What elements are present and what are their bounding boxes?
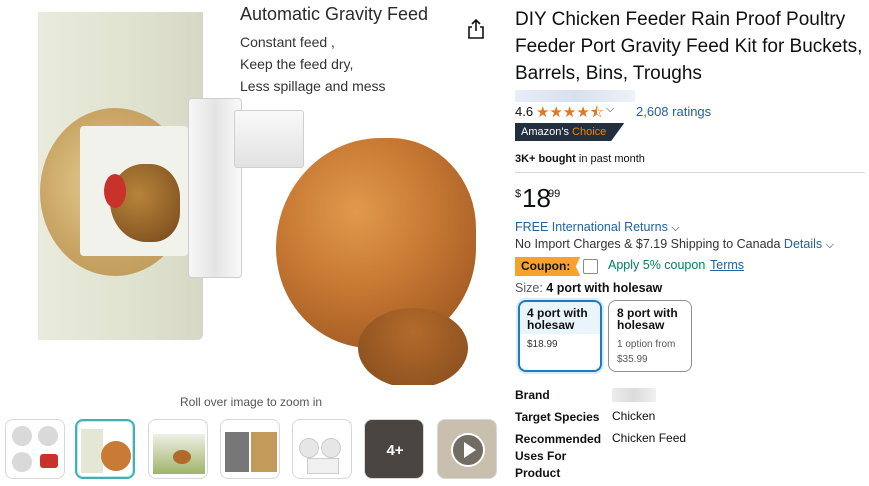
coupon-terms-link[interactable]: Terms xyxy=(710,258,744,272)
size-option-price: $18.99 xyxy=(527,339,558,350)
chevron-down-icon[interactable]: ⌵ xyxy=(826,239,834,251)
price-fraction: 99 xyxy=(548,188,561,200)
thumbnail-graphic xyxy=(225,432,249,472)
thumbnail-selected[interactable] xyxy=(75,419,135,479)
size-label-prefix: Size: xyxy=(515,281,547,295)
image-caption-line: Less spillage and mess xyxy=(240,78,386,94)
thumbnail-more[interactable]: 4+ xyxy=(364,419,424,479)
thumbnail-graphic xyxy=(307,458,339,474)
image-title: Automatic Gravity Feed xyxy=(240,4,429,24)
spec-brand-value-redacted xyxy=(612,388,656,402)
size-selected-value: 4 port with holesaw xyxy=(546,281,663,295)
feeder-port-cap-illustration xyxy=(234,110,304,168)
returns-label: FREE International Returns xyxy=(515,220,668,234)
thumbnail-graphic xyxy=(299,438,319,458)
bought-count-bold: 3K+ bought xyxy=(515,153,576,165)
thumbnail[interactable] xyxy=(220,419,280,479)
size-option-name: 8 port with holesaw xyxy=(617,306,678,332)
hen-comb-illustration xyxy=(104,174,126,208)
spec-species-value: Chicken xyxy=(612,409,656,423)
product-title: DIY Chicken Feeder Rain Proof Poultry Fe… xyxy=(515,9,863,84)
divider xyxy=(515,172,865,173)
badge-prefix: Amazon's xyxy=(521,126,573,138)
thumbnail-graphic xyxy=(38,426,58,446)
thumbnail-graphic xyxy=(101,441,131,471)
spec-uses-value: Chicken Feed xyxy=(612,431,687,445)
spec-brand-label: Brand xyxy=(515,388,550,402)
spec-uses-label: Recommended Uses For Product xyxy=(515,432,602,480)
details-link[interactable]: Details xyxy=(784,237,822,251)
size-option-subtext: 1 option from xyxy=(617,339,676,350)
brand-store-link-redacted[interactable] xyxy=(515,90,635,102)
bought-count-rest: in past month xyxy=(575,153,645,165)
chevron-down-icon: ⌵ xyxy=(671,222,680,234)
thumbnail-graphic xyxy=(40,454,58,468)
shipping-info: No Import Charges & $7.19 Shipping to Ca… xyxy=(515,237,834,252)
thumbnail[interactable] xyxy=(148,419,208,479)
thumbnail-graphic xyxy=(12,452,32,472)
shipping-text: No Import Charges & $7.19 Shipping to Ca… xyxy=(515,237,784,251)
price-symbol: $ xyxy=(515,188,522,200)
amazons-choice-badge[interactable]: Amazon's Choice xyxy=(515,123,625,141)
size-option-name: 4 port with holesaw xyxy=(527,306,588,332)
image-caption-line: Constant feed , xyxy=(240,34,335,50)
ratings-count-link[interactable]: 2,608 ratings xyxy=(636,104,711,119)
coupon-checkbox[interactable] xyxy=(583,259,598,274)
spec-species-label: Target Species xyxy=(515,410,600,424)
international-returns-link[interactable]: FREE International Returns ⌵ xyxy=(515,220,680,235)
size-option-4-port[interactable]: 4 port with holesaw $18.99 xyxy=(518,300,602,372)
hen-tail-illustration xyxy=(358,308,468,385)
share-icon[interactable] xyxy=(466,18,486,40)
size-option-price: $35.99 xyxy=(617,354,648,365)
thumbnail[interactable] xyxy=(292,419,352,479)
rating-value: 4.6 xyxy=(515,104,534,119)
thumbnail-graphic xyxy=(251,432,277,472)
size-option-8-port[interactable]: 8 port with holesaw 1 option from $35.99 xyxy=(608,300,692,372)
play-icon xyxy=(451,433,485,467)
zoom-hint: Roll over image to zoom in xyxy=(180,395,323,409)
coupon-badge: Coupon: xyxy=(515,257,581,276)
apply-coupon-label[interactable]: Apply 5% coupon xyxy=(608,258,705,272)
thumbnail[interactable] xyxy=(5,419,65,479)
thumbnail-graphic xyxy=(12,426,32,446)
thumbnail-graphic xyxy=(173,450,191,464)
badge-accent: Choice xyxy=(572,126,607,138)
chevron-down-icon[interactable]: ⌵ xyxy=(606,103,614,116)
image-caption-line: Keep the feed dry, xyxy=(240,56,354,72)
more-images-count: 4+ xyxy=(386,441,404,459)
thumbnail-graphic xyxy=(321,438,341,458)
bought-count: 3K+ bought in past month xyxy=(515,153,645,165)
thumbnail-graphic xyxy=(81,429,103,473)
size-label: Size: 4 port with holesaw xyxy=(515,281,662,295)
price-whole: 18 xyxy=(522,183,551,213)
video-thumbnail[interactable] xyxy=(437,419,497,479)
